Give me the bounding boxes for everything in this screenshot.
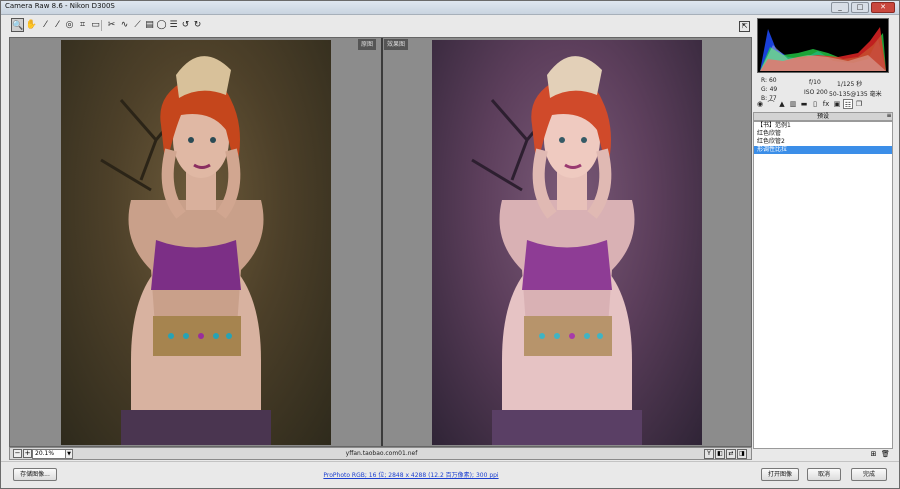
preset-item[interactable]: 红色欣管 — [754, 130, 892, 138]
crop-tool-icon[interactable]: ⌗ — [76, 18, 89, 32]
status-bar: − + 20.1% ▼ yffan.taobao.com01.nef Y ◧ ⇄… — [9, 447, 752, 460]
green-readout: G: 49 — [761, 86, 778, 93]
effects-tab-icon[interactable]: fx — [821, 99, 831, 109]
split-divider — [381, 38, 383, 446]
presets-list: 【书】范例1 红色欣管 红色欣管2 形调性比拉 — [753, 121, 893, 449]
presets-footer: ⊞ 🗑 — [753, 450, 893, 460]
new-preset-icon[interactable]: ⊞ — [869, 450, 878, 459]
before-after-icon[interactable]: ◧ — [715, 449, 725, 459]
preset-item[interactable]: 红色欣管2 — [754, 138, 892, 146]
done-button[interactable]: 完成 — [851, 468, 887, 481]
before-portrait-image — [100, 56, 271, 445]
hsl-tab-icon[interactable]: ▥ — [788, 99, 798, 109]
close-button[interactable]: ✕ — [871, 2, 895, 13]
title-bar[interactable]: Camera Raw 8.6 - Nikon D300S _ □ ✕ — [1, 1, 899, 15]
snapshots-tab-icon[interactable]: ❐ — [854, 99, 864, 109]
hand-tool-icon[interactable]: ✋ — [25, 18, 38, 32]
panel-menu-icon[interactable]: ≡ — [885, 112, 893, 120]
lens-value: 50-135@135 毫米 — [829, 91, 882, 98]
after-photo — [432, 40, 702, 445]
shutter-value: 1/125 秒 — [837, 81, 863, 88]
preset-item-selected[interactable]: 形调性比拉 — [754, 146, 892, 154]
histogram-graph — [760, 27, 886, 71]
maximize-button[interactable]: □ — [851, 2, 869, 13]
lens-corrections-tab-icon[interactable]: ▯ — [810, 99, 820, 109]
save-image-button[interactable]: 存储图像... — [13, 468, 57, 481]
bottom-bar: 存储图像... ProPhoto RGB; 16 位; 2848 x 4288 … — [1, 461, 899, 488]
after-label: 效果图 — [384, 39, 409, 50]
open-image-button[interactable]: 打开图像 — [761, 468, 799, 481]
spot-removal-tool-icon[interactable]: ✂ — [105, 18, 118, 32]
tone-curve-tab-icon[interactable]: ⌒ — [766, 99, 776, 109]
red-readout: R: 60 — [761, 77, 777, 84]
toolbar-divider — [101, 20, 102, 31]
preview-canvas[interactable]: 原图 效果图 — [9, 37, 752, 447]
after-portrait-image — [471, 56, 642, 445]
window-controls: _ □ ✕ — [831, 2, 895, 13]
cancel-button[interactable]: 取消 — [807, 468, 841, 481]
window-title: Camera Raw 8.6 - Nikon D300S — [5, 2, 115, 10]
before-label: 原图 — [358, 39, 377, 50]
right-panel: R: 60 G: 49 B: 77 f/10 1/125 秒 ISO 200 5… — [753, 15, 899, 461]
before-photo — [61, 40, 331, 445]
view-mode-icon[interactable]: Y — [704, 449, 714, 459]
swap-icon[interactable]: ⇄ — [726, 449, 736, 459]
rotate-right-icon[interactable]: ↻ — [191, 18, 204, 32]
toolbar: 🔍 ✋ ⁄ ⁄ ◎ ⌗ ▭ ✂ ∿ ⟋ ▤ ◯ ☰ ↺ ↻ — [7, 18, 752, 36]
minimize-button[interactable]: _ — [831, 2, 849, 13]
file-name: yffan.taobao.com01.nef — [345, 450, 418, 457]
histogram — [757, 18, 889, 73]
split-toning-tab-icon[interactable]: ▬ — [799, 99, 809, 109]
red-eye-tool-icon[interactable]: ∿ — [118, 18, 131, 32]
panel-tabs: ◉ ⌒ ▲ ▥ ▬ ▯ fx ▣ ☷ ❐ — [753, 99, 899, 110]
workflow-options-link[interactable]: ProPhoto RGB; 16 位; 2848 x 4288 (12.2 百万… — [291, 470, 531, 479]
detail-tab-icon[interactable]: ▲ — [777, 99, 787, 109]
fullscreen-toggle-icon[interactable]: ⇱ — [739, 21, 750, 32]
camera-raw-window: Camera Raw 8.6 - Nikon D300S _ □ ✕ 🔍 ✋ ⁄… — [0, 0, 900, 489]
presets-tab-icon[interactable]: ☷ — [843, 99, 853, 109]
copy-settings-icon[interactable]: ◨ — [737, 449, 747, 459]
delete-preset-icon[interactable]: 🗑 — [881, 450, 890, 459]
camera-calibration-tab-icon[interactable]: ▣ — [832, 99, 842, 109]
preset-item[interactable]: 【书】范例1 — [754, 122, 892, 130]
aperture-value: f/10 — [809, 79, 821, 86]
presets-panel-title: 预设 — [753, 112, 893, 121]
basic-tab-icon[interactable]: ◉ — [755, 99, 765, 109]
targeted-adjustment-tool-icon[interactable]: ◎ — [63, 18, 76, 32]
iso-value: ISO 200 — [804, 89, 828, 96]
zoom-tool-icon[interactable]: 🔍 — [11, 18, 24, 32]
